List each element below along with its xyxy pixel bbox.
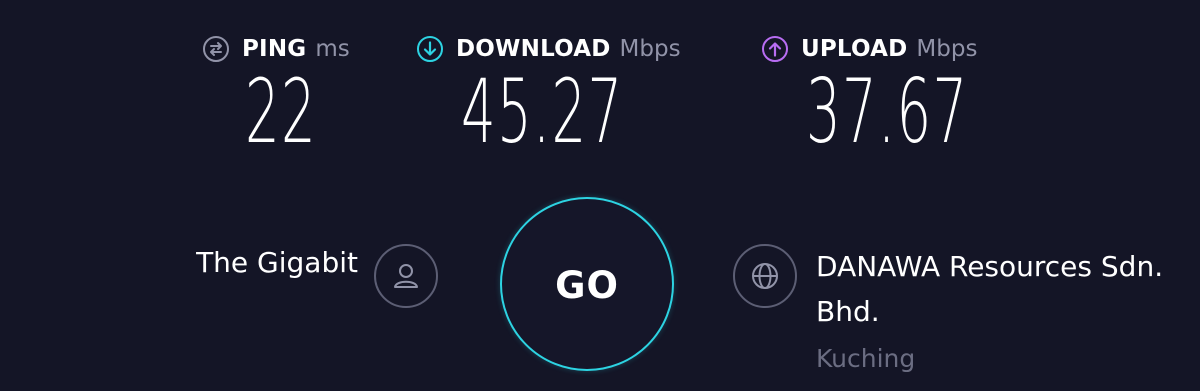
user-icon[interactable]	[374, 244, 438, 308]
ping-unit: ms	[315, 36, 350, 62]
upload-value: 37.67	[806, 60, 969, 163]
provider-name[interactable]: The Gigabit	[168, 246, 358, 279]
globe-icon[interactable]	[733, 244, 797, 308]
download-value: 45.27	[461, 60, 624, 163]
go-button[interactable]: GO	[500, 197, 674, 371]
server-location: Kuching	[816, 344, 916, 373]
go-label: GO	[555, 263, 619, 307]
upload-arrow-icon	[761, 35, 789, 63]
server-name[interactable]: DANAWA Resources Sdn. Bhd.	[816, 244, 1186, 334]
download-arrow-icon	[416, 35, 444, 63]
download-label: DOWNLOAD	[456, 36, 611, 62]
speedtest-panel: PING ms 22 DOWNLOAD Mbps 45.27 UPLOAD Mb…	[0, 0, 1200, 391]
ping-icon	[202, 35, 230, 63]
upload-unit: Mbps	[916, 36, 978, 62]
ping-value: 22	[245, 60, 317, 163]
ping-label: PING	[242, 36, 307, 62]
download-unit: Mbps	[619, 36, 681, 62]
upload-label: UPLOAD	[801, 36, 908, 62]
